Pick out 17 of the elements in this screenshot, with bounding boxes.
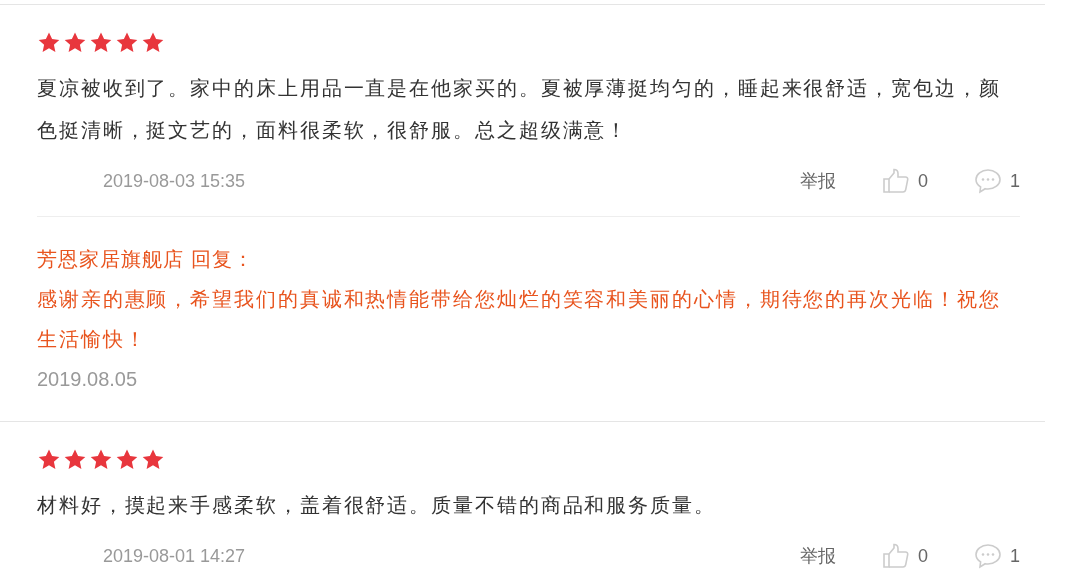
speech-bubble-icon	[974, 543, 1002, 569]
review-date: 2019-08-01 14:27	[103, 544, 246, 568]
report-link[interactable]: 举报	[799, 167, 836, 195]
thumbs-up-icon	[881, 543, 910, 569]
comment-button[interactable]: 1	[974, 542, 1020, 570]
like-button[interactable]: 0	[881, 542, 928, 570]
reply-author: 芳恩家居旗舰店 回复：	[37, 247, 255, 272]
report-link[interactable]: 举报	[799, 542, 836, 570]
review-text: 材料好，摸起来手感柔软，盖着很舒适。质量不错的商品和服务质量。	[37, 493, 717, 518]
review-date: 2019-08-03 15:35	[103, 169, 246, 193]
reply-text: 感谢亲的惠顾，希望我们的真诚和热情能带给您灿烂的笑容和美丽的心情，期待您的再次光临！祝您生活愉快！	[37, 287, 1002, 352]
speech-bubble-icon	[974, 168, 1002, 194]
review-text: 夏凉被收到了。家中的床上用品一直是在他家买的。夏被厚薄挺均匀的，睡起来很舒适，宽包边，颜色挺清晰，挺文艺的，面料很柔软，很舒服。总之超级满意！	[37, 76, 1002, 143]
reply-date: 2019.08.05	[37, 367, 139, 392]
like-button[interactable]: 0	[881, 167, 928, 195]
thumbs-up-icon	[881, 168, 910, 194]
comment-button[interactable]: 1	[974, 167, 1020, 195]
